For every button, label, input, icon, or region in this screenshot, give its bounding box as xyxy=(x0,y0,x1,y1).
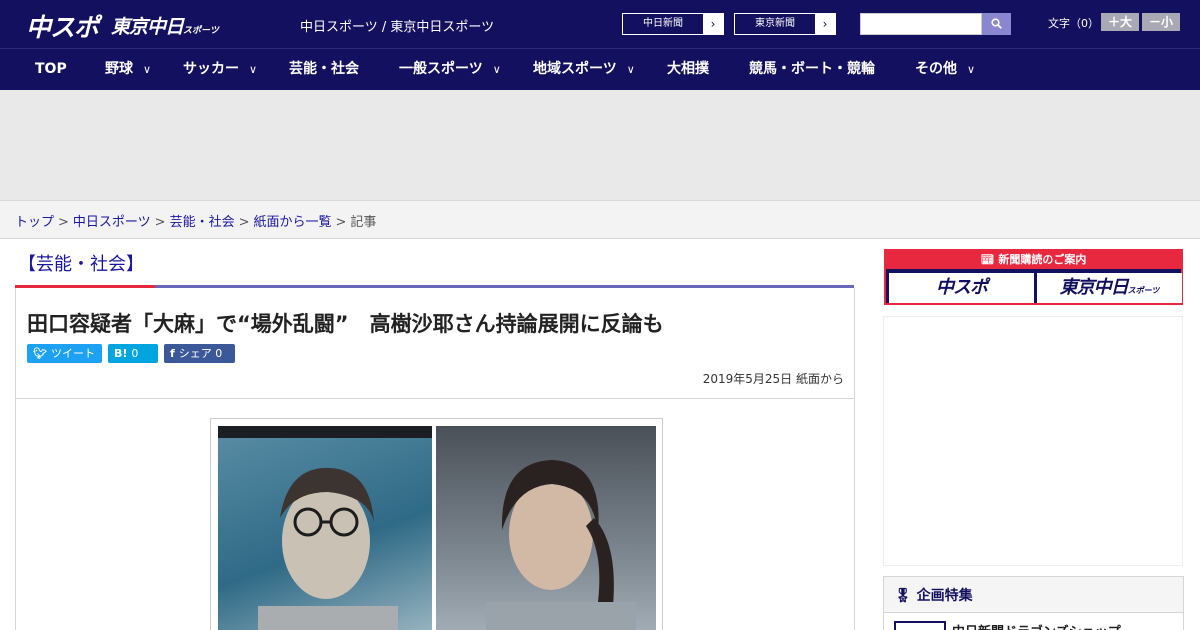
facebook-icon: f xyxy=(170,347,175,360)
breadcrumb-separator: > xyxy=(238,215,250,230)
subscription-banner[interactable]: 📰︎ 新聞購読のご案内 中スポ 東京中日スポーツ xyxy=(884,249,1183,305)
nav-item-local-sports[interactable]: 地域スポーツ ∨ xyxy=(533,49,635,90)
feature-item-thumbnail[interactable] xyxy=(894,621,946,630)
breadcrumb: トップ > 中日スポーツ > 芸能・社会 > 紙面から一覧 > 記事 xyxy=(0,200,1200,239)
nav-item-general-sports[interactable]: 一般スポーツ ∨ xyxy=(399,49,501,90)
tweet-button[interactable]: 🐦︎ ツイート xyxy=(27,344,102,363)
article-dateline: 2019年5月25日 紙面から xyxy=(702,372,844,386)
nav-item-racing[interactable]: 競馬・ボート・競輪 xyxy=(749,49,875,90)
chevron-right-icon: › xyxy=(815,14,835,34)
hatena-icon: B! xyxy=(114,347,128,360)
twitter-icon: 🐦︎ xyxy=(33,347,47,360)
subscribe-tokyo-chunichi-logo[interactable]: 東京中日スポーツ xyxy=(1037,273,1182,303)
chevron-down-icon: ∨ xyxy=(626,63,635,76)
sidebar-ad-slot xyxy=(883,316,1183,566)
nav-item-label: 芸能・社会 xyxy=(289,61,359,77)
subscribe-tokyo-chunichi-main: 東京中日 xyxy=(1059,277,1129,298)
breadcrumb-separator: > xyxy=(58,215,69,230)
tokyo-shimbun-label: 東京新聞 xyxy=(755,18,795,29)
search-button[interactable] xyxy=(982,13,1011,35)
subscription-title: 📰︎ 新聞購読のご案内 xyxy=(886,251,1181,269)
site-header: 中スポ 東京中日スポーツ 中日スポーツ / 東京中日スポーツ 中日新聞 › 東京… xyxy=(0,0,1200,48)
chunichi-shimbun-label: 中日新聞 xyxy=(643,18,683,29)
breadcrumb-link-top[interactable]: トップ xyxy=(15,215,54,230)
breadcrumb-link-print-list[interactable]: 紙面から一覧 xyxy=(254,215,332,230)
nav-item-label: 野球 xyxy=(105,61,133,77)
chevron-down-icon: ∨ xyxy=(492,63,501,76)
tokyo-chunichi-logo-main: 東京中日 xyxy=(111,16,184,38)
tokyo-chunichi-logo[interactable]: 東京中日スポーツ xyxy=(111,12,219,39)
subscription-title-text: 新聞購読のご案内 xyxy=(998,253,1087,266)
nav-item-top[interactable]: TOP xyxy=(35,49,67,90)
search-input[interactable] xyxy=(860,13,982,35)
ribbon-icon: 🎖︎ xyxy=(894,588,917,604)
nav-item-label: 地域スポーツ xyxy=(533,61,617,77)
nav-item-baseball[interactable]: 野球 ∨ xyxy=(105,49,151,90)
chevron-down-icon: ∨ xyxy=(143,63,152,76)
chuspo-logo[interactable]: 中スポ xyxy=(26,8,99,44)
newspaper-icon: 📰︎ xyxy=(980,253,999,266)
top-ad-slot xyxy=(0,90,1200,200)
font-size-up-button[interactable]: ＋大 xyxy=(1101,13,1139,31)
facebook-share-button[interactable]: f シェア 0 xyxy=(164,344,235,363)
font-size-down-button[interactable]: －小 xyxy=(1142,13,1180,31)
nav-item-entertainment[interactable]: 芸能・社会 xyxy=(289,49,359,90)
subscribe-tokyo-chunichi-suffix: スポーツ xyxy=(1127,286,1160,295)
nav-item-label: 大相撲 xyxy=(667,61,709,77)
tokyo-shimbun-link[interactable]: 東京新聞 › xyxy=(734,13,836,35)
nav-item-label: 一般スポーツ xyxy=(399,61,483,77)
breadcrumb-link-entertainment[interactable]: 芸能・社会 xyxy=(170,215,235,230)
nav-item-label: サッカー xyxy=(183,61,239,77)
photo-suspect-woman xyxy=(436,426,656,630)
tokyo-chunichi-logo-suffix: スポーツ xyxy=(183,26,219,36)
feature-title: 企画特集 xyxy=(916,588,973,604)
article-headline: 田口容疑者「大麻」で“場外乱闘” 高樹沙耶さん持論展開に反論も xyxy=(27,312,664,336)
facebook-share-label: シェア xyxy=(178,347,212,360)
nav-item-label: 競馬・ボート・競輪 xyxy=(749,61,875,77)
chevron-down-icon: ∨ xyxy=(249,63,258,76)
breadcrumb-separator: > xyxy=(154,215,166,230)
subscribe-chuspo-logo[interactable]: 中スポ xyxy=(889,273,1034,303)
feature-heading: 🎖︎ 企画特集 xyxy=(884,577,1183,613)
tweet-label: ツイート xyxy=(50,347,95,360)
article-photo[interactable] xyxy=(210,418,663,630)
chunichi-shimbun-link[interactable]: 中日新聞 › xyxy=(622,13,724,35)
hatena-bookmark-button[interactable]: B! 0 xyxy=(108,344,158,363)
nav-item-label: その他 xyxy=(915,61,957,77)
breadcrumb-link-chunichi-sports[interactable]: 中日スポーツ xyxy=(73,215,151,230)
chevron-down-icon: ∨ xyxy=(967,63,976,76)
chevron-right-icon: › xyxy=(703,14,723,34)
section-title: 【芸能・社会】 xyxy=(18,254,144,275)
photo-suspect-man xyxy=(218,426,432,630)
article: 田口容疑者「大麻」で“場外乱闘” 高樹沙耶さん持論展開に反論も 🐦︎ ツイート B… xyxy=(15,288,855,630)
article-divider xyxy=(16,398,854,399)
nav-item-label: TOP xyxy=(35,61,67,77)
feature-panel: 🎖︎ 企画特集 中日新聞ドラゴンズショップ xyxy=(883,576,1184,630)
feature-item-title[interactable]: 中日新聞ドラゴンズショップ xyxy=(952,621,1121,630)
nav-item-sumo[interactable]: 大相撲 xyxy=(667,49,709,90)
facebook-share-count: 0 xyxy=(215,347,223,360)
breadcrumb-separator: > xyxy=(335,215,347,230)
nav-item-soccer[interactable]: サッカー ∨ xyxy=(183,49,257,90)
category-nav: TOP 野球 ∨ サッカー ∨ 芸能・社会 一般スポーツ ∨ 地域スポーツ ∨ 大相撲 … xyxy=(0,48,1200,90)
font-size-label: 文字（0） xyxy=(1048,17,1099,30)
nav-item-other[interactable]: その他 ∨ xyxy=(915,49,975,90)
search-icon xyxy=(991,18,1002,29)
hatena-count: 0 xyxy=(131,347,139,360)
site-links[interactable]: 中日スポーツ / 東京中日スポーツ xyxy=(300,16,494,35)
breadcrumb-current: 記事 xyxy=(350,215,377,230)
